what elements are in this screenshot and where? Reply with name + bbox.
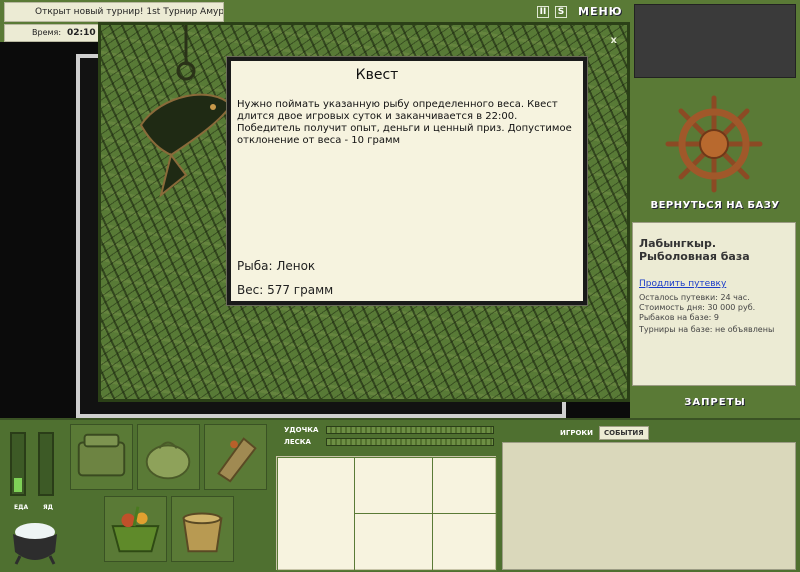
minimap-panel <box>634 4 796 78</box>
tab-players[interactable]: ИГРОКИ <box>556 427 597 439</box>
return-to-base-button[interactable]: ВЕРНУТЬСЯ НА БАЗУ <box>630 200 800 211</box>
time-label: Время: <box>32 28 62 37</box>
sound-button[interactable]: S <box>555 6 567 18</box>
chat-tabs: ИГРОКИ СОБЫТИЯ <box>556 426 651 440</box>
sidebar: ВЕРНУТЬСЯ НА БАЗУ Лабынгкыр. Рыболовная … <box>630 0 800 418</box>
permit-remaining: Осталось путевки: 24 час. <box>639 293 750 302</box>
food-meter <box>10 432 26 496</box>
bucket-icon <box>182 512 223 553</box>
tackle-box-icon <box>77 433 126 477</box>
extend-permit-link[interactable]: Продлить путевку <box>639 279 726 289</box>
line-label: ЛЕСКА <box>284 438 311 446</box>
fishermen-count: Рыбаков на базе: 9 <box>639 313 719 322</box>
inventory-cell[interactable] <box>354 513 433 571</box>
inventory-cell[interactable] <box>277 457 355 571</box>
quest-dialog: Квест Нужно поймать указанную рыбу опред… <box>227 57 587 305</box>
quest-fish: Рыба: Ленок <box>237 259 316 273</box>
poison-label: ЯД <box>43 504 53 511</box>
cauldron-icon[interactable] <box>8 518 62 566</box>
day-cost: Стоимость дня: 30 000 руб. <box>639 303 756 312</box>
tournament-notice: Открыт новый турнир! 1st Турнир Амур - К… <box>4 2 224 22</box>
rod-label: УДОЧКА <box>284 426 319 434</box>
quest-description: Нужно поймать указанную рыбу определенно… <box>237 99 572 146</box>
food-label: ЕДА <box>14 504 29 511</box>
tab-events[interactable]: СОБЫТИЯ <box>598 426 649 440</box>
tackle-status: УДОЧКА ЛЕСКА <box>276 424 496 454</box>
line-bar <box>326 438 494 446</box>
close-overlay-button[interactable]: x <box>611 35 617 46</box>
events-panel <box>502 442 796 570</box>
ship-wheel-icon[interactable] <box>664 94 764 194</box>
map-slot[interactable] <box>204 424 267 490</box>
bottom-panel: ЕДА ЯД УДОЧКА ЛЕСКА ИГРОКИ СОБЫТИЯ <box>0 418 800 572</box>
base-info-panel: Лабынгкыр. Рыболовная база Продлить путе… <box>632 222 796 386</box>
menu-button[interactable]: МЕНЮ <box>578 5 623 18</box>
time-value: 02:10 П <box>67 28 99 38</box>
food-basket-icon <box>111 506 160 553</box>
tackle-box-slot[interactable] <box>70 424 133 490</box>
rod-bar <box>326 426 494 434</box>
bait-bag-icon <box>145 441 191 480</box>
inventory-cell[interactable] <box>354 457 433 514</box>
quest-weight: Вес: 577 грамм <box>237 283 334 297</box>
fish-trophy-icon <box>139 25 233 198</box>
inventory-cell[interactable] <box>432 513 497 571</box>
inventory-cell[interactable] <box>432 457 497 514</box>
inventory-grid <box>276 456 497 571</box>
food-meter-fill <box>14 478 22 492</box>
game-clock: Время: 02:10 П <box>4 24 100 42</box>
tournaments-status: Турниры на базе: не объявлены <box>639 325 775 334</box>
bait-bag-slot[interactable] <box>137 424 200 490</box>
bans-button[interactable]: ЗАПРЕТЫ <box>630 397 800 408</box>
food-basket-slot[interactable] <box>104 496 167 562</box>
poison-meter <box>38 432 54 496</box>
base-title: Лабынгкыр. Рыболовная база <box>639 237 750 263</box>
bucket-slot[interactable] <box>171 496 234 562</box>
status-meters: ЕДА ЯД <box>6 426 64 570</box>
map-icon <box>217 437 257 483</box>
pause-button[interactable]: II <box>537 6 549 18</box>
quest-title: Квест <box>355 67 399 83</box>
